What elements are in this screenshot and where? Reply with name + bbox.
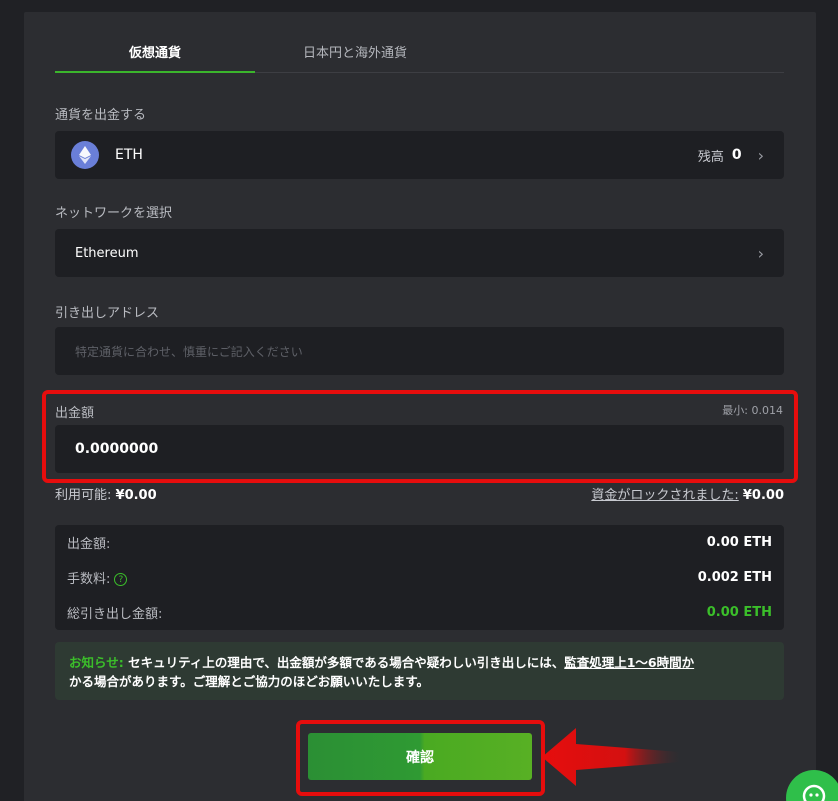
notice-body-1: セキュリティ上の理由で、出金額が多額である場合や疑わしい引き出しには、: [123, 655, 565, 670]
balance-display: 残高 0 ›: [698, 146, 764, 165]
chevron-right-icon: ›: [757, 243, 764, 263]
available-value: ¥0.00: [115, 488, 157, 503]
address-input[interactable]: 特定通貨に合わせ、慎重にご記入ください: [55, 327, 784, 375]
notice-heading: お知らせ:: [69, 655, 124, 670]
summary-fee-label: 手数料:: [67, 572, 111, 587]
ethereum-icon: [71, 141, 99, 169]
minimum-amount: 最小: 0.014: [722, 404, 783, 417]
locked-funds-link[interactable]: 資金がロックされました:: [591, 488, 738, 503]
notice-body-2: かる場合があります。ご理解とご協力のほどお願いいたします。: [69, 674, 430, 689]
notice-underlined: 監査処理上1～6時間か: [564, 655, 695, 670]
tab-fiat[interactable]: 日本円と海外通貨: [255, 40, 455, 72]
summary-fee-value: 0.002 ETH: [697, 570, 772, 585]
withdraw-summary: 出金額: 0.00 ETH 手数料:? 0.002 ETH 総引き出し金額: 0…: [55, 525, 784, 630]
address-placeholder: 特定通貨に合わせ、慎重にご記入ください: [75, 344, 303, 359]
summary-amount-label: 出金額:: [67, 537, 111, 552]
highlight-amount-frame: [42, 390, 798, 483]
tab-crypto[interactable]: 仮想通貨: [55, 40, 255, 73]
summary-row-fee: 手数料:? 0.002 ETH: [67, 560, 772, 595]
security-notice: お知らせ: セキュリティ上の理由で、出金額が多額である場合や疑わしい引き出しには…: [55, 642, 784, 700]
help-icon[interactable]: ?: [114, 573, 128, 586]
network-value: Ethereum: [75, 245, 139, 261]
summary-total-value: 0.00 ETH: [706, 605, 772, 620]
summary-row-amount: 出金額: 0.00 ETH: [67, 525, 772, 560]
address-label: 引き出しアドレス: [55, 306, 160, 321]
availability-row: 利用可能: ¥0.00 資金がロックされました: ¥0.00: [55, 484, 784, 503]
available-label: 利用可能:: [55, 488, 112, 503]
summary-total-label: 総引き出し金額:: [67, 607, 163, 622]
currency-label: 通貨を出金する: [55, 108, 147, 123]
highlight-confirm-frame: [296, 720, 545, 796]
summary-amount-value: 0.00 ETH: [706, 535, 772, 550]
chat-bot-icon: [802, 784, 826, 801]
currency-name: ETH: [115, 147, 143, 163]
network-select[interactable]: Ethereum ›: [55, 229, 784, 277]
summary-row-total: 総引き出し金額: 0.00 ETH: [67, 595, 772, 630]
network-label: ネットワークを選択: [55, 206, 173, 221]
locked-value: ¥0.00: [742, 488, 784, 503]
balance-value: 0: [731, 147, 742, 163]
withdraw-tabs: 仮想通貨 日本円と海外通貨: [55, 40, 784, 73]
pointer-arrow-icon: [542, 728, 680, 786]
currency-select[interactable]: ETH 残高 0 ›: [55, 131, 784, 179]
chevron-right-icon: ›: [757, 145, 764, 165]
balance-label: 残高: [697, 149, 724, 165]
